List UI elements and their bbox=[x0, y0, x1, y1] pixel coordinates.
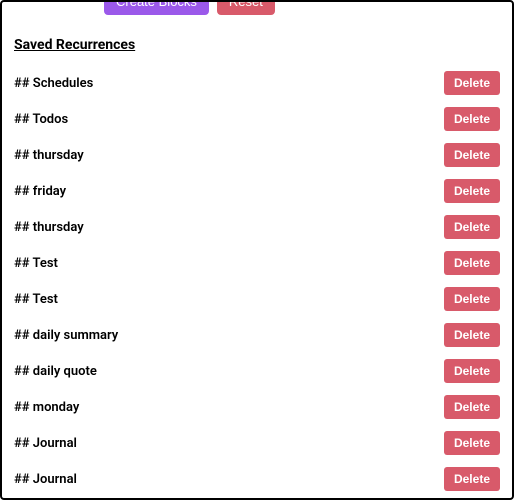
list-item: ## daily summary Delete bbox=[14, 317, 500, 353]
recurrence-label: ## Todos bbox=[14, 112, 68, 127]
delete-button[interactable]: Delete bbox=[444, 143, 500, 167]
list-item: ## Test Delete bbox=[14, 281, 500, 317]
recurrence-label: ## monday bbox=[14, 400, 79, 415]
toolbar: Create Blocks Reset bbox=[104, 0, 500, 15]
delete-button[interactable]: Delete bbox=[444, 107, 500, 131]
delete-button[interactable]: Delete bbox=[444, 71, 500, 95]
delete-button[interactable]: Delete bbox=[444, 359, 500, 383]
delete-button[interactable]: Delete bbox=[444, 395, 500, 419]
list-item: ## Journal Delete bbox=[14, 425, 500, 461]
list-item: ## friday Delete bbox=[14, 173, 500, 209]
delete-button[interactable]: Delete bbox=[444, 431, 500, 455]
delete-button[interactable]: Delete bbox=[444, 251, 500, 275]
list-item: ## monday Delete bbox=[14, 389, 500, 425]
recurrence-label: ## Test bbox=[14, 256, 58, 271]
delete-button[interactable]: Delete bbox=[444, 179, 500, 203]
recurrence-label: ## Journal bbox=[14, 472, 77, 487]
section-title: Saved Recurrences bbox=[14, 37, 500, 53]
recurrence-label: ## thursday bbox=[14, 220, 84, 235]
recurrence-list: ## Schedules Delete ## Todos Delete ## t… bbox=[14, 65, 500, 500]
recurrence-label: ## daily quote bbox=[14, 364, 97, 379]
delete-button[interactable]: Delete bbox=[444, 323, 500, 347]
main-panel: Create Blocks Reset Saved Recurrences ##… bbox=[0, 0, 514, 500]
list-item: ## daily quote Delete bbox=[14, 353, 500, 389]
list-item: ## Journal Delete bbox=[14, 461, 500, 497]
delete-button[interactable]: Delete bbox=[444, 467, 500, 491]
recurrence-label: ## Test bbox=[14, 292, 58, 307]
recurrence-label: ## daily summary bbox=[14, 328, 118, 343]
recurrence-label: ## Schedules bbox=[14, 76, 93, 91]
create-blocks-button[interactable]: Create Blocks bbox=[104, 0, 209, 15]
delete-button[interactable]: Delete bbox=[444, 287, 500, 311]
delete-button[interactable]: Delete bbox=[444, 215, 500, 239]
recurrence-label: ## thursday bbox=[14, 148, 84, 163]
recurrence-label: ## friday bbox=[14, 184, 66, 199]
list-item: ## Todos Delete bbox=[14, 101, 500, 137]
recurrence-label: ## Journal bbox=[14, 436, 77, 451]
list-item: ## thursday Delete bbox=[14, 209, 500, 245]
list-item: ## Schedules Delete bbox=[14, 65, 500, 101]
reset-button[interactable]: Reset bbox=[217, 0, 275, 15]
list-item: ## Test Delete bbox=[14, 245, 500, 281]
list-item: ## thursday Delete bbox=[14, 137, 500, 173]
